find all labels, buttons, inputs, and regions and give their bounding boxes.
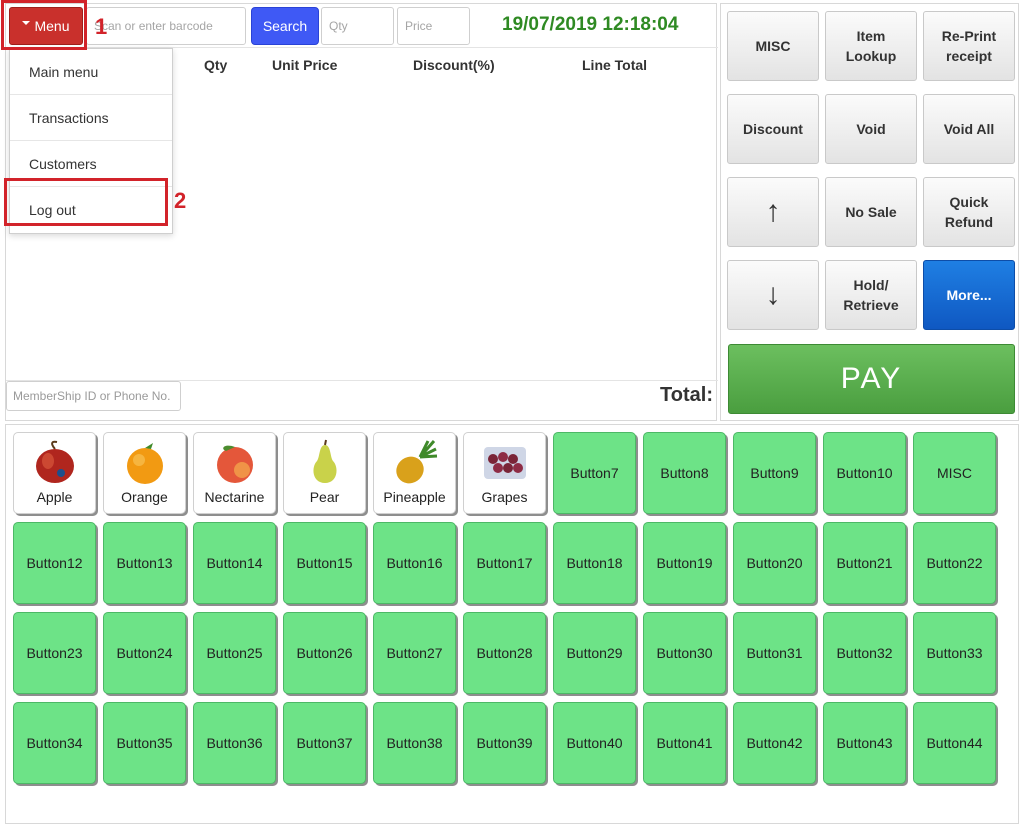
product-button[interactable]: Button20 bbox=[733, 522, 816, 604]
product-button[interactable]: Button41 bbox=[643, 702, 726, 784]
product-button[interactable]: Button39 bbox=[463, 702, 546, 784]
discount-button[interactable]: Discount bbox=[727, 94, 819, 164]
product-label: Nectarine bbox=[204, 489, 265, 505]
product-button[interactable]: Button33 bbox=[913, 612, 996, 694]
search-button[interactable]: Search bbox=[251, 7, 319, 45]
more-button[interactable]: More... bbox=[923, 260, 1015, 330]
product-button[interactable]: Button21 bbox=[823, 522, 906, 604]
arrow-down-icon[interactable]: ↓ bbox=[727, 260, 819, 330]
product-button[interactable]: Button31 bbox=[733, 612, 816, 694]
product-tile-pineapple[interactable]: Pineapple bbox=[373, 432, 456, 514]
product-button[interactable]: Button13 bbox=[103, 522, 186, 604]
product-button[interactable]: MISC bbox=[913, 432, 996, 514]
column-header-discount: Discount(%) bbox=[413, 57, 495, 73]
product-tile-grapes[interactable]: Grapes bbox=[463, 432, 546, 514]
menu-dropdown: Main menu Transactions Customers Log out bbox=[9, 48, 173, 234]
product-button[interactable]: Button19 bbox=[643, 522, 726, 604]
product-button[interactable]: Button37 bbox=[283, 702, 366, 784]
product-button[interactable]: Button18 bbox=[553, 522, 636, 604]
menu-button-label: Menu bbox=[34, 18, 70, 34]
product-label: Orange bbox=[121, 489, 168, 505]
menu-button[interactable]: Menu bbox=[9, 7, 83, 45]
qty-input[interactable] bbox=[321, 7, 394, 45]
product-button[interactable]: Button28 bbox=[463, 612, 546, 694]
product-button[interactable]: Button25 bbox=[193, 612, 276, 694]
hold-retrieve-button[interactable]: Hold/ Retrieve bbox=[825, 260, 917, 330]
product-button[interactable]: Button29 bbox=[553, 612, 636, 694]
product-button[interactable]: Button9 bbox=[733, 432, 816, 514]
product-label: Grapes bbox=[481, 489, 528, 505]
menu-item-transactions[interactable]: Transactions bbox=[10, 95, 172, 141]
item-lookup-button[interactable]: Item Lookup bbox=[825, 11, 917, 81]
column-header-qty: Qty bbox=[204, 57, 228, 73]
product-button[interactable]: Button8 bbox=[643, 432, 726, 514]
datetime-display: 19/07/2019 12:18:04 bbox=[502, 14, 679, 35]
orange-icon bbox=[126, 443, 163, 484]
product-tile-pear[interactable]: Pear bbox=[283, 432, 366, 514]
membership-input[interactable] bbox=[6, 381, 181, 411]
caret-down-icon bbox=[22, 20, 31, 25]
quick-refund-button[interactable]: Quick Refund bbox=[923, 177, 1015, 247]
menu-item-log-out[interactable]: Log out bbox=[10, 187, 172, 233]
product-button[interactable]: Button42 bbox=[733, 702, 816, 784]
product-button[interactable]: Button7 bbox=[553, 432, 636, 514]
product-grid-panel: Apple Orange Nectarine Pear Pineapple Gr… bbox=[5, 424, 1019, 824]
product-label: Apple bbox=[36, 489, 73, 505]
product-button[interactable]: Button26 bbox=[283, 612, 366, 694]
product-button[interactable]: Button32 bbox=[823, 612, 906, 694]
product-tile-orange[interactable]: Orange bbox=[103, 432, 186, 514]
reprint-receipt-button[interactable]: Re-Print receipt bbox=[923, 11, 1015, 81]
product-button[interactable]: Button34 bbox=[13, 702, 96, 784]
product-tile-nectarine[interactable]: Nectarine bbox=[193, 432, 276, 514]
total-label: Total: bbox=[660, 384, 713, 406]
product-grid: Apple Orange Nectarine Pear Pineapple Gr… bbox=[13, 432, 996, 784]
product-tile-apple[interactable]: Apple bbox=[13, 432, 96, 514]
menu-item-customers[interactable]: Customers bbox=[10, 141, 172, 187]
column-header-line-total: Line Total bbox=[582, 57, 648, 73]
product-button[interactable]: Button17 bbox=[463, 522, 546, 604]
product-button[interactable]: Button23 bbox=[13, 612, 96, 694]
product-button[interactable]: Button15 bbox=[283, 522, 366, 604]
pineapple-icon bbox=[395, 440, 437, 484]
void-button[interactable]: Void bbox=[825, 94, 917, 164]
apple-icon bbox=[35, 440, 74, 483]
pear-icon bbox=[312, 439, 337, 483]
product-button[interactable]: Button10 bbox=[823, 432, 906, 514]
callout-number-2: 2 bbox=[174, 188, 187, 213]
product-button[interactable]: Button38 bbox=[373, 702, 456, 784]
product-button[interactable]: Button12 bbox=[13, 522, 96, 604]
callout-number-1: 1 bbox=[95, 14, 108, 39]
product-label: Pineapple bbox=[383, 489, 446, 505]
product-button[interactable]: Button43 bbox=[823, 702, 906, 784]
misc-button[interactable]: MISC bbox=[727, 11, 819, 81]
menu-item-main-menu[interactable]: Main menu bbox=[10, 49, 172, 95]
product-button[interactable]: Button14 bbox=[193, 522, 276, 604]
product-button[interactable]: Button36 bbox=[193, 702, 276, 784]
product-label: Pear bbox=[309, 489, 340, 505]
product-button[interactable]: Button22 bbox=[913, 522, 996, 604]
product-button[interactable]: Button40 bbox=[553, 702, 636, 784]
transaction-panel: Menu Search 19/07/2019 12:18:04 Qty Unit… bbox=[5, 3, 718, 421]
arrow-up-icon[interactable]: ↑ bbox=[727, 177, 819, 247]
product-button[interactable]: Button30 bbox=[643, 612, 726, 694]
pay-button[interactable]: PAY bbox=[728, 344, 1015, 414]
barcode-input[interactable] bbox=[86, 7, 246, 45]
product-button[interactable]: Button35 bbox=[103, 702, 186, 784]
product-button[interactable]: Button16 bbox=[373, 522, 456, 604]
grapes-icon bbox=[483, 447, 526, 479]
product-button[interactable]: Button44 bbox=[913, 702, 996, 784]
no-sale-button[interactable]: No Sale bbox=[825, 177, 917, 247]
price-input[interactable] bbox=[397, 7, 470, 45]
column-header-unit-price: Unit Price bbox=[272, 57, 338, 73]
product-button[interactable]: Button27 bbox=[373, 612, 456, 694]
function-panel: MISC Item Lookup Re-Print receipt Discou… bbox=[720, 3, 1019, 421]
product-button[interactable]: Button24 bbox=[103, 612, 186, 694]
nectarine-icon bbox=[216, 445, 253, 483]
void-all-button[interactable]: Void All bbox=[923, 94, 1015, 164]
